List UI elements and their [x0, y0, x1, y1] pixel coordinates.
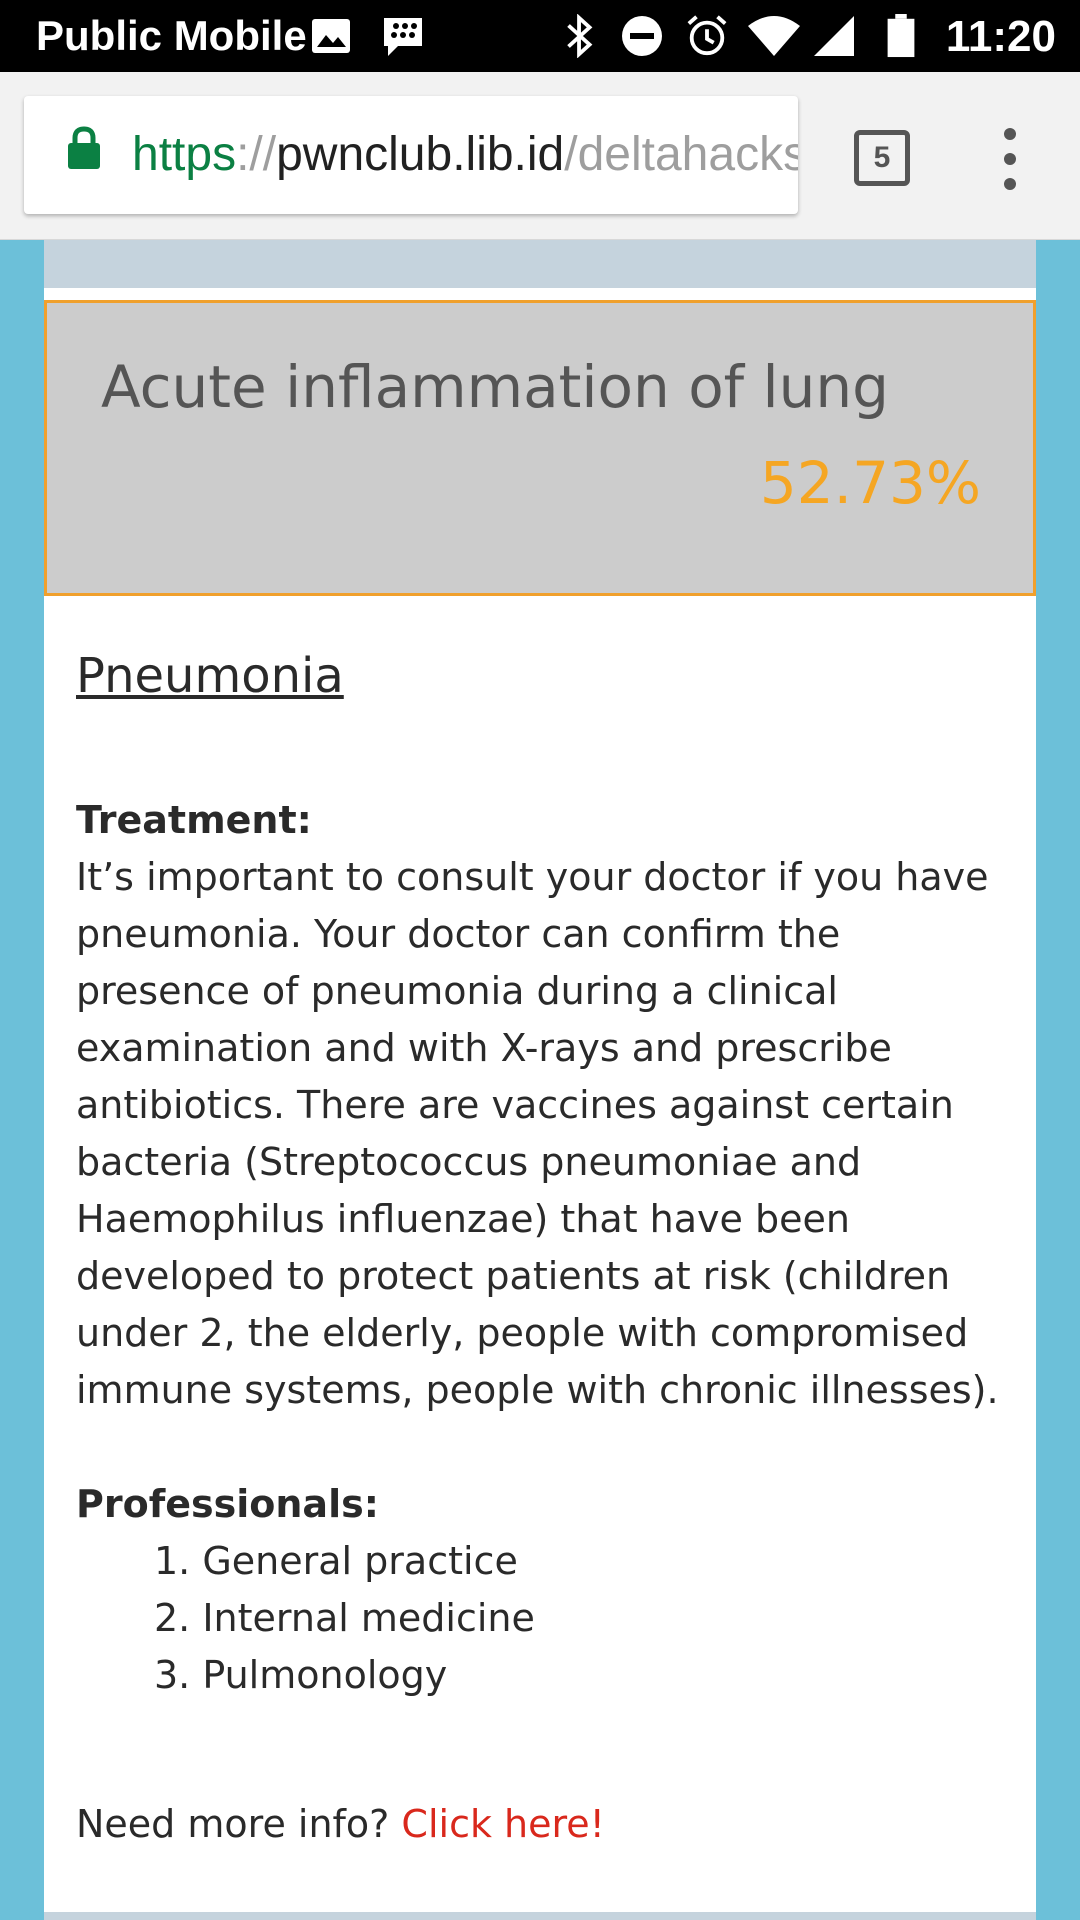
bbm-icon: [384, 18, 422, 56]
treatment-text: It’s important to consult your doctor if…: [76, 855, 999, 1412]
top-divider: [44, 240, 1036, 288]
professionals-heading: Professionals:: [76, 1482, 379, 1526]
more-info-prefix: Need more info?: [76, 1802, 402, 1846]
carrier-name: Public Mobile: [36, 12, 307, 59]
disease-name-link[interactable]: Pneumonia: [76, 648, 344, 705]
address-bar[interactable]: https://pwnclub.lib.id/deltahacks: [24, 96, 798, 214]
more-info-line: Need more info? Click here!: [76, 1802, 605, 1846]
battery-icon: [887, 14, 915, 58]
url-scheme: https: [132, 128, 237, 181]
do-not-disturb-icon: [622, 16, 662, 56]
status-bar: Public Mobile 11:20: [0, 0, 1080, 72]
wifi-icon: [748, 16, 800, 56]
clock: 11:20: [945, 12, 1056, 61]
image-icon: [312, 19, 350, 53]
diagnosis-percent: 52.73%: [759, 449, 981, 517]
list-item: 2. Internal medicine: [154, 1596, 535, 1640]
bottom-divider: [44, 1912, 1036, 1920]
browser-toolbar: https://pwnclub.lib.id/deltahacks 5: [0, 72, 1080, 240]
more-info-link[interactable]: Click here!: [401, 1802, 605, 1846]
bluetooth-icon: [567, 14, 593, 58]
diagnosis-result-box: Acute inflammation of lung 52.73%: [44, 300, 1036, 596]
list-item: 1. General practice: [154, 1539, 518, 1583]
diagnosis-title: Acute inflammation of lung: [101, 353, 889, 421]
diagnosis-details: Pneumonia Treatment: It’s important to c…: [76, 640, 1016, 1704]
alarm-icon: [687, 15, 727, 56]
overflow-menu-icon[interactable]: [990, 124, 1030, 194]
url-separator: ://: [236, 128, 277, 181]
lock-icon: [68, 126, 100, 169]
url-path: /deltahacks: [564, 128, 798, 181]
url-host: pwnclub.lib.id: [276, 128, 565, 181]
professionals-list: 1. General practice 2. Internal medicine…: [76, 1533, 1016, 1704]
treatment-heading: Treatment:: [76, 798, 312, 842]
signal-icon: [814, 16, 854, 56]
list-item: 3. Pulmonology: [154, 1653, 448, 1697]
page-card: Acute inflammation of lung 52.73% Pneumo…: [44, 240, 1036, 1920]
tab-switcher-button[interactable]: 5: [854, 130, 910, 186]
url-text[interactable]: https://pwnclub.lib.id/deltahacks: [132, 124, 798, 186]
